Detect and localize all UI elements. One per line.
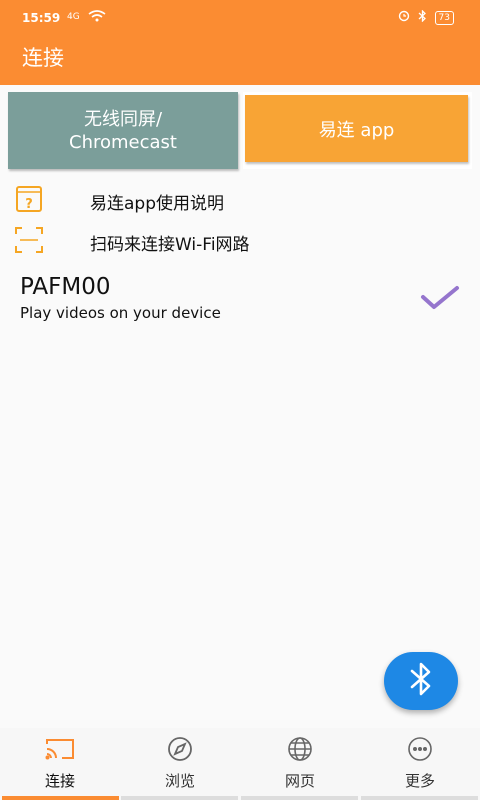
tab-chromecast[interactable]: 无线同屏/ Chromecast — [8, 92, 238, 169]
help-book-icon: ? — [14, 184, 44, 214]
device-list-item[interactable]: PAFM00 Play videos on your device — [0, 272, 480, 328]
bluetooth-button[interactable] — [384, 652, 458, 710]
connection-tabs: 无线同屏/ Chromecast 易连 app — [8, 92, 472, 170]
nav-indicator — [361, 796, 478, 800]
tab-chromecast-line1: 无线同屏/ — [83, 108, 163, 130]
cast-icon — [44, 736, 76, 762]
nav-label: 网页 — [284, 772, 315, 790]
svg-text:?: ? — [25, 197, 33, 212]
alarm-icon — [398, 10, 410, 25]
signal-icon: 4G — [67, 12, 80, 22]
nav-indicator-active — [2, 796, 119, 800]
compass-icon — [164, 736, 196, 762]
globe-icon — [284, 736, 316, 762]
status-time: 15:59 — [22, 11, 61, 25]
device-description: Play videos on your device — [20, 304, 221, 322]
menu-item-instructions[interactable]: ? 易连app使用说明 — [0, 181, 480, 217]
menu-item-label: 扫码来连接Wi-Fi网路 — [90, 235, 250, 255]
wifi-icon — [88, 10, 106, 25]
more-icon — [404, 736, 436, 762]
nav-indicator — [121, 796, 238, 800]
nav-item-webpage[interactable]: 网页 — [240, 728, 360, 800]
bluetooth-icon — [408, 661, 434, 701]
scan-frame-icon — [14, 225, 44, 255]
tab-app-container: 易连 app — [243, 92, 472, 169]
app-header: 15:59 4G 73 连接 — [0, 0, 480, 85]
nav-label: 浏览 — [164, 772, 195, 790]
tab-app-label: 易连 app — [318, 119, 395, 141]
nav-item-more[interactable]: 更多 — [360, 728, 480, 800]
bottom-navigation: 连接 浏览 网页 更多 — [0, 728, 480, 800]
nav-item-browse[interactable]: 浏览 — [120, 728, 240, 800]
nav-label: 连接 — [44, 772, 75, 790]
status-bar: 15:59 4G 73 — [0, 0, 480, 36]
nav-indicator — [241, 796, 358, 800]
bluetooth-status-icon — [418, 9, 427, 25]
menu-item-scan-wifi[interactable]: 扫码来连接Wi-Fi网路 — [0, 222, 480, 258]
battery-indicator: 73 — [434, 10, 454, 25]
menu-item-label: 易连app使用说明 — [90, 194, 224, 214]
device-name: PAFM00 — [20, 274, 111, 300]
tab-chromecast-line2: Chromecast — [69, 131, 177, 153]
nav-label: 更多 — [404, 772, 435, 790]
tab-app[interactable]: 易连 app — [245, 95, 468, 162]
page-title: 连接 — [22, 46, 64, 70]
checkmark-icon — [420, 284, 460, 312]
nav-item-connect[interactable]: 连接 — [0, 728, 120, 800]
